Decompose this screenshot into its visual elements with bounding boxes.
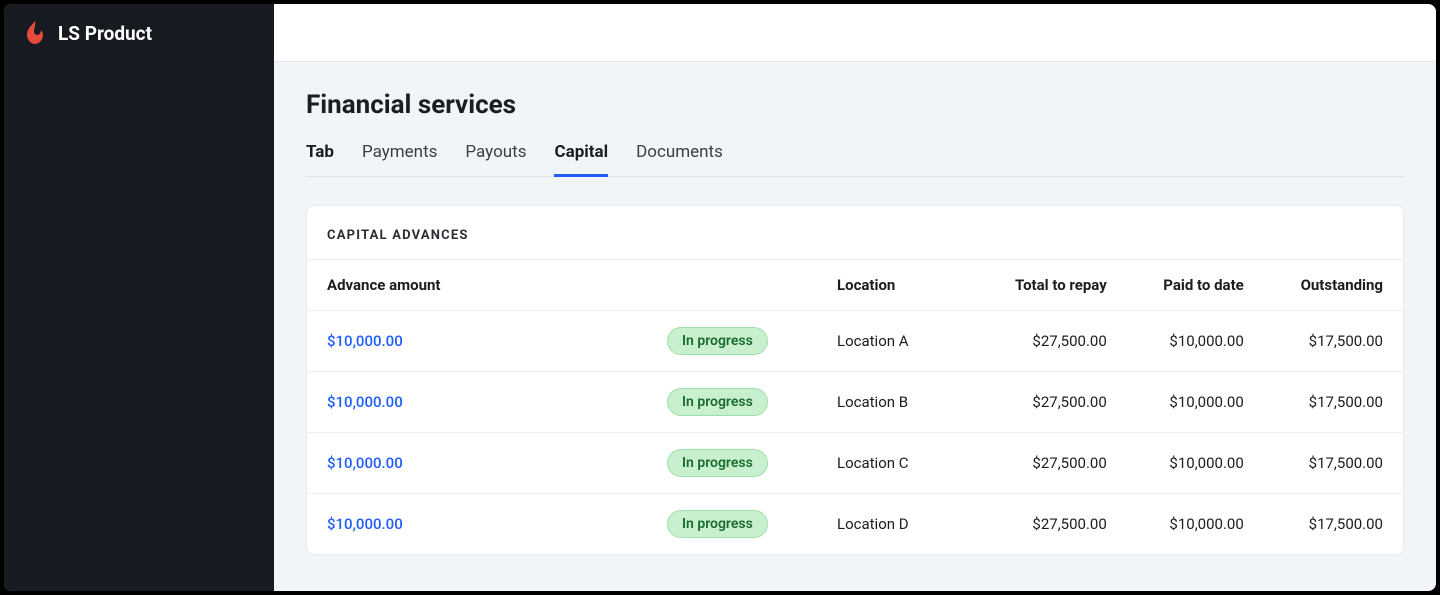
tabs-nav: Tab Payments Payouts Capital Documents <box>306 142 1404 177</box>
cell-total-to-repay: $27,500.00 <box>977 311 1127 372</box>
card-title: CAPITAL ADVANCES <box>327 228 1383 243</box>
table-row: $10,000.00 In progress Location B$27,500.0… <box>307 372 1403 433</box>
tab-capital[interactable]: Capital <box>554 142 608 177</box>
topbar <box>274 4 1436 62</box>
col-header-location: Location <box>817 260 977 311</box>
cell-location: Location D <box>817 494 977 555</box>
cell-outstanding: $17,500.00 <box>1264 372 1403 433</box>
content-area: Financial services Tab Payments Payouts Cap… <box>274 62 1436 583</box>
tab-tab[interactable]: Tab <box>306 142 334 177</box>
table-header-row: Advance amount Location Total to repay P… <box>307 260 1403 311</box>
cell-paid-to-date: $10,000.00 <box>1127 494 1264 555</box>
cell-location: Location A <box>817 311 977 372</box>
status-badge: In progress <box>667 388 768 416</box>
advance-amount-link[interactable]: $10,000.00 <box>327 515 403 533</box>
tab-documents[interactable]: Documents <box>636 142 723 177</box>
cell-paid-to-date: $10,000.00 <box>1127 372 1264 433</box>
cell-outstanding: $17,500.00 <box>1264 433 1403 494</box>
col-header-paid: Paid to date <box>1127 260 1264 311</box>
cell-location: Location C <box>817 433 977 494</box>
col-header-total: Total to repay <box>977 260 1127 311</box>
page-title: Financial services <box>306 90 1404 120</box>
cell-total-to-repay: $27,500.00 <box>977 433 1127 494</box>
cell-location: Location B <box>817 372 977 433</box>
status-badge: In progress <box>667 449 768 477</box>
advance-amount-link[interactable]: $10,000.00 <box>327 393 403 411</box>
status-badge: In progress <box>667 327 768 355</box>
advances-table: Advance amount Location Total to repay P… <box>307 259 1403 554</box>
table-row: $10,000.00 In progress Location C$27,500.0… <box>307 433 1403 494</box>
tab-payouts[interactable]: Payouts <box>465 142 526 177</box>
card-header: CAPITAL ADVANCES <box>307 206 1403 259</box>
capital-advances-card: CAPITAL ADVANCES Advance amount Location… <box>306 205 1404 555</box>
cell-total-to-repay: $27,500.00 <box>977 372 1127 433</box>
advance-amount-link[interactable]: $10,000.00 <box>327 454 403 472</box>
col-header-status <box>647 260 817 311</box>
col-header-outstanding: Outstanding <box>1264 260 1403 311</box>
table-row: $10,000.00 In progress Location A$27,500.0… <box>307 311 1403 372</box>
flame-icon <box>24 20 46 46</box>
cell-outstanding: $17,500.00 <box>1264 311 1403 372</box>
col-header-amount: Advance amount <box>307 260 647 311</box>
advance-amount-link[interactable]: $10,000.00 <box>327 332 403 350</box>
cell-paid-to-date: $10,000.00 <box>1127 433 1264 494</box>
status-badge: In progress <box>667 510 768 538</box>
cell-outstanding: $17,500.00 <box>1264 494 1403 555</box>
tab-payments[interactable]: Payments <box>362 142 437 177</box>
cell-paid-to-date: $10,000.00 <box>1127 311 1264 372</box>
main-content: Financial services Tab Payments Payouts Cap… <box>274 4 1436 591</box>
cell-total-to-repay: $27,500.00 <box>977 494 1127 555</box>
table-row: $10,000.00 In progress Location D$27,500.0… <box>307 494 1403 555</box>
sidebar-header: LS Product <box>4 4 274 62</box>
app-window: LS Product Financial services Tab Payment… <box>4 4 1436 591</box>
sidebar: LS Product <box>4 4 274 591</box>
product-name: LS Product <box>58 22 152 45</box>
